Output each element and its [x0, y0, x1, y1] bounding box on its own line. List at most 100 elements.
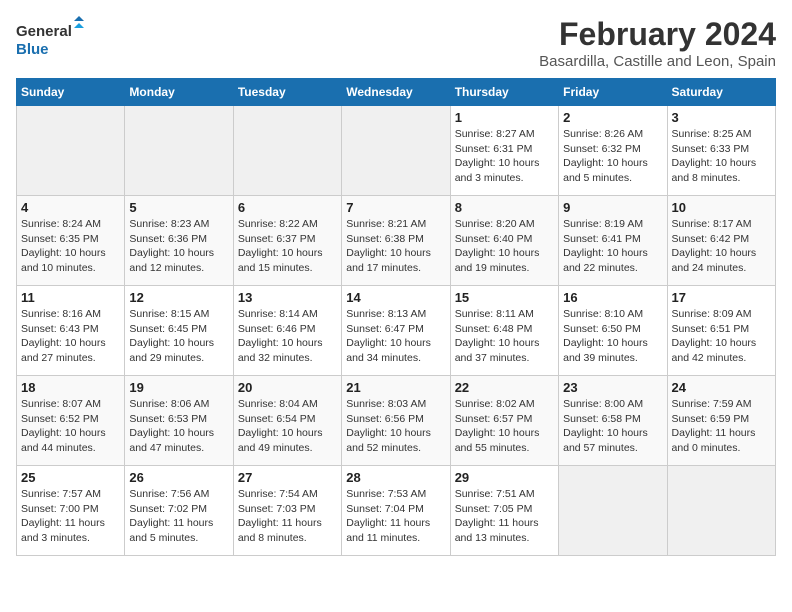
- day-info: Sunrise: 8:14 AM Sunset: 6:46 PM Dayligh…: [238, 307, 337, 366]
- day-number: 22: [455, 380, 554, 395]
- day-info: Sunrise: 8:11 AM Sunset: 6:48 PM Dayligh…: [455, 307, 554, 366]
- day-info: Sunrise: 8:09 AM Sunset: 6:51 PM Dayligh…: [672, 307, 771, 366]
- calendar-cell: 24Sunrise: 7:59 AM Sunset: 6:59 PM Dayli…: [667, 376, 775, 466]
- calendar-cell: 3 Sunrise: 8:25 AM Sunset: 6:33 PM Daylig…: [667, 106, 775, 196]
- day-info: Sunrise: 8:17 AM Sunset: 6:42 PM Dayligh…: [672, 217, 771, 276]
- day-number: 14: [346, 290, 445, 305]
- day-number: 18: [21, 380, 120, 395]
- weekday-header: Wednesday: [342, 79, 450, 106]
- day-number: 16: [563, 290, 662, 305]
- calendar-cell: [17, 106, 125, 196]
- calendar-table: SundayMondayTuesdayWednesdayThursdayFrid…: [16, 78, 776, 556]
- day-info: Sunrise: 8:19 AM Sunset: 6:41 PM Dayligh…: [563, 217, 662, 276]
- calendar-cell: 29Sunrise: 7:51 AM Sunset: 7:05 PM Dayli…: [450, 466, 558, 556]
- day-info: Sunrise: 7:57 AM Sunset: 7:00 PM Dayligh…: [21, 487, 120, 546]
- calendar-cell: 9 Sunrise: 8:19 AM Sunset: 6:41 PM Daylig…: [559, 196, 667, 286]
- day-info: Sunrise: 8:02 AM Sunset: 6:57 PM Dayligh…: [455, 397, 554, 456]
- calendar-cell: 12 Sunrise: 8:15 AM Sunset: 6:45 PM Dayli…: [125, 286, 233, 376]
- calendar-cell: 1 Sunrise: 8:27 AM Sunset: 6:31 PM Daylig…: [450, 106, 558, 196]
- day-info: Sunrise: 8:00 AM Sunset: 6:58 PM Dayligh…: [563, 397, 662, 456]
- day-info: Sunrise: 8:23 AM Sunset: 6:36 PM Dayligh…: [129, 217, 228, 276]
- weekday-header: Friday: [559, 79, 667, 106]
- day-number: 19: [129, 380, 228, 395]
- svg-text:General: General: [16, 23, 72, 40]
- day-number: 24: [672, 380, 771, 395]
- logo: General Blue: [16, 16, 86, 61]
- day-info: Sunrise: 8:16 AM Sunset: 6:43 PM Dayligh…: [21, 307, 120, 366]
- calendar-cell: 4 Sunrise: 8:24 AM Sunset: 6:35 PM Daylig…: [17, 196, 125, 286]
- day-number: 9: [563, 200, 662, 215]
- day-number: 7: [346, 200, 445, 215]
- month-title: February 2024: [539, 16, 776, 53]
- day-info: Sunrise: 8:13 AM Sunset: 6:47 PM Dayligh…: [346, 307, 445, 366]
- calendar-cell: 25 Sunrise: 7:57 AM Sunset: 7:00 PM Dayli…: [17, 466, 125, 556]
- day-number: 26: [129, 470, 228, 485]
- logo-svg: General Blue: [16, 16, 86, 61]
- calendar-cell: 5Sunrise: 8:23 AM Sunset: 6:36 PM Daylig…: [125, 196, 233, 286]
- day-info: Sunrise: 8:10 AM Sunset: 6:50 PM Dayligh…: [563, 307, 662, 366]
- weekday-header: Tuesday: [233, 79, 341, 106]
- calendar-cell: 19 Sunrise: 8:06 AM Sunset: 6:53 PM Dayli…: [125, 376, 233, 466]
- weekday-header: Monday: [125, 79, 233, 106]
- day-info: Sunrise: 7:53 AM Sunset: 7:04 PM Dayligh…: [346, 487, 445, 546]
- day-info: Sunrise: 7:56 AM Sunset: 7:02 PM Dayligh…: [129, 487, 228, 546]
- day-number: 27: [238, 470, 337, 485]
- day-info: Sunrise: 8:20 AM Sunset: 6:40 PM Dayligh…: [455, 217, 554, 276]
- day-info: Sunrise: 8:24 AM Sunset: 6:35 PM Dayligh…: [21, 217, 120, 276]
- calendar-cell: [233, 106, 341, 196]
- calendar-header: SundayMondayTuesdayWednesdayThursdayFrid…: [17, 79, 776, 106]
- calendar-cell: 14 Sunrise: 8:13 AM Sunset: 6:47 PM Dayli…: [342, 286, 450, 376]
- day-number: 1: [455, 110, 554, 125]
- day-number: 17: [672, 290, 771, 305]
- calendar-cell: 11 Sunrise: 8:16 AM Sunset: 6:43 PM Dayli…: [17, 286, 125, 376]
- day-number: 4: [21, 200, 120, 215]
- calendar-cell: [125, 106, 233, 196]
- calendar-cell: 22 Sunrise: 8:02 AM Sunset: 6:57 PM Dayli…: [450, 376, 558, 466]
- calendar-cell: 28 Sunrise: 7:53 AM Sunset: 7:04 PM Dayli…: [342, 466, 450, 556]
- day-info: Sunrise: 8:25 AM Sunset: 6:33 PM Dayligh…: [672, 127, 771, 186]
- day-info: Sunrise: 8:22 AM Sunset: 6:37 PM Dayligh…: [238, 217, 337, 276]
- calendar-cell: [667, 466, 775, 556]
- day-info: Sunrise: 8:27 AM Sunset: 6:31 PM Dayligh…: [455, 127, 554, 186]
- day-number: 15: [455, 290, 554, 305]
- calendar-cell: 26 Sunrise: 7:56 AM Sunset: 7:02 PM Dayli…: [125, 466, 233, 556]
- day-number: 3: [672, 110, 771, 125]
- day-info: Sunrise: 8:21 AM Sunset: 6:38 PM Dayligh…: [346, 217, 445, 276]
- day-number: 28: [346, 470, 445, 485]
- calendar-cell: 18 Sunrise: 8:07 AM Sunset: 6:52 PM Dayli…: [17, 376, 125, 466]
- calendar-cell: 15 Sunrise: 8:11 AM Sunset: 6:48 PM Dayli…: [450, 286, 558, 376]
- calendar-cell: 17 Sunrise: 8:09 AM Sunset: 6:51 PM Dayli…: [667, 286, 775, 376]
- calendar-cell: 27 Sunrise: 7:54 AM Sunset: 7:03 PM Dayli…: [233, 466, 341, 556]
- day-number: 25: [21, 470, 120, 485]
- day-number: 20: [238, 380, 337, 395]
- day-info: Sunrise: 8:07 AM Sunset: 6:52 PM Dayligh…: [21, 397, 120, 456]
- calendar-cell: 13Sunrise: 8:14 AM Sunset: 6:46 PM Dayli…: [233, 286, 341, 376]
- day-number: 29: [455, 470, 554, 485]
- day-info: Sunrise: 8:15 AM Sunset: 6:45 PM Dayligh…: [129, 307, 228, 366]
- calendar-cell: [342, 106, 450, 196]
- title-block: February 2024 Basardilla, Castille and L…: [539, 16, 776, 70]
- day-number: 8: [455, 200, 554, 215]
- weekday-header: Saturday: [667, 79, 775, 106]
- day-info: Sunrise: 7:54 AM Sunset: 7:03 PM Dayligh…: [238, 487, 337, 546]
- day-number: 2: [563, 110, 662, 125]
- weekday-header: Thursday: [450, 79, 558, 106]
- day-number: 11: [21, 290, 120, 305]
- day-number: 6: [238, 200, 337, 215]
- day-info: Sunrise: 8:26 AM Sunset: 6:32 PM Dayligh…: [563, 127, 662, 186]
- calendar-cell: 21Sunrise: 8:03 AM Sunset: 6:56 PM Dayli…: [342, 376, 450, 466]
- calendar-cell: [559, 466, 667, 556]
- calendar-cell: 10 Sunrise: 8:17 AM Sunset: 6:42 PM Dayli…: [667, 196, 775, 286]
- day-number: 12: [129, 290, 228, 305]
- calendar-cell: 16 Sunrise: 8:10 AM Sunset: 6:50 PM Dayli…: [559, 286, 667, 376]
- weekday-header: Sunday: [17, 79, 125, 106]
- svg-text:Blue: Blue: [16, 41, 49, 58]
- page-header: General Blue February 2024 Basardilla, C…: [16, 16, 776, 70]
- day-number: 21: [346, 380, 445, 395]
- calendar-cell: 8 Sunrise: 8:20 AM Sunset: 6:40 PM Daylig…: [450, 196, 558, 286]
- day-info: Sunrise: 8:04 AM Sunset: 6:54 PM Dayligh…: [238, 397, 337, 456]
- calendar-cell: 23 Sunrise: 8:00 AM Sunset: 6:58 PM Dayli…: [559, 376, 667, 466]
- day-info: Sunrise: 8:06 AM Sunset: 6:53 PM Dayligh…: [129, 397, 228, 456]
- day-number: 23: [563, 380, 662, 395]
- day-number: 10: [672, 200, 771, 215]
